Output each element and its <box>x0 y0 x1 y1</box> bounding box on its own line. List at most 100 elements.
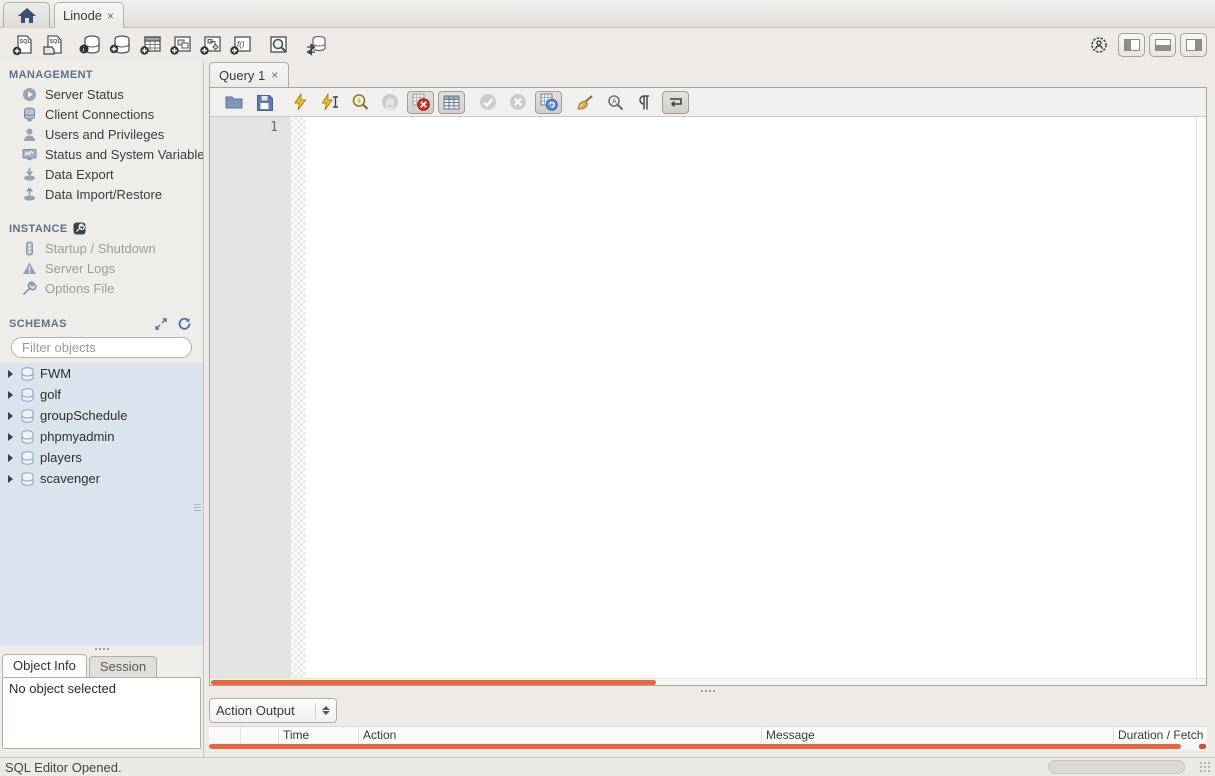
item-label: Server Logs <box>45 260 116 276</box>
close-icon[interactable]: × <box>270 69 279 81</box>
main-panel: Query 1 × A 1 Action Output Time Action … <box>204 61 1215 757</box>
sidebar-item-client-connections[interactable]: Client Connections <box>0 104 203 124</box>
create-view-button[interactable] <box>166 32 196 58</box>
sql-editor[interactable]: 1 <box>210 117 1206 678</box>
create-table-button[interactable] <box>136 32 166 58</box>
schema-row-phpmyadmin[interactable]: phpmyadmin <box>0 426 203 447</box>
schema-list[interactable]: FWM golf groupSchedule phpmyadmin player… <box>0 363 203 645</box>
resize-grip[interactable] <box>1199 761 1212 773</box>
create-procedure-button[interactable] <box>196 32 226 58</box>
connection-tab-linode[interactable]: Linode × <box>54 2 125 28</box>
schema-icon <box>21 387 34 402</box>
column-duration[interactable]: Duration / Fetch <box>1114 727 1207 743</box>
stop-query-button[interactable] <box>375 90 405 114</box>
right-panel-icon <box>1185 39 1202 51</box>
toggle-right-panel-button[interactable] <box>1180 33 1207 57</box>
create-procedure-icon <box>199 36 221 55</box>
sidebar-item-data-import[interactable]: Data Import/Restore <box>0 184 203 204</box>
sidebar-item-data-export[interactable]: Data Export <box>0 164 203 184</box>
tab-label: Session <box>99 659 147 674</box>
administration-button[interactable] <box>1084 32 1114 58</box>
schema-row-scavenger[interactable]: scavenger <box>0 468 203 489</box>
schema-row-golf[interactable]: golf <box>0 384 203 405</box>
execute-current-button[interactable] <box>315 90 345 114</box>
find-in-script-button[interactable]: A <box>600 90 630 114</box>
expander-icon[interactable] <box>5 390 15 400</box>
schema-inspector-icon: i <box>79 35 100 54</box>
info-panel-tabs: Object Info Session <box>0 653 203 677</box>
explain-plan-button[interactable] <box>345 90 375 114</box>
search-table-data-button[interactable] <box>264 32 294 58</box>
sidebar-splitter[interactable] <box>0 645 203 653</box>
column-index[interactable] <box>241 727 279 743</box>
column-status[interactable] <box>209 727 241 743</box>
tab-object-info[interactable]: Object Info <box>2 654 87 677</box>
show-invisibles-button[interactable] <box>630 90 660 114</box>
column-time[interactable]: Time <box>279 727 359 743</box>
refresh-schemas-icon[interactable] <box>178 317 191 330</box>
open-sql-script-icon: SQL <box>43 35 62 55</box>
schema-row-players[interactable]: players <box>0 447 203 468</box>
users-icon <box>23 128 36 141</box>
toggle-autocommit-button[interactable] <box>535 90 562 114</box>
schema-list-resize-handle[interactable] <box>194 504 201 513</box>
open-file-button[interactable] <box>219 90 249 114</box>
toggle-stop-on-error-button[interactable] <box>407 90 434 114</box>
home-tab[interactable] <box>3 2 50 28</box>
sidebar-item-users-privileges[interactable]: Users and Privileges <box>0 124 203 144</box>
output-type-value: Action Output <box>216 703 295 718</box>
item-label: Data Import/Restore <box>45 186 163 202</box>
sidebar-item-options-file[interactable]: Options File <box>0 278 203 298</box>
save-script-button[interactable] <box>249 90 279 114</box>
editor-vertical-scrollbar[interactable] <box>1196 117 1206 678</box>
expand-schemas-icon[interactable] <box>155 317 167 330</box>
schema-inspector-button[interactable]: i <box>76 32 106 58</box>
schema-row-fwm[interactable]: FWM <box>0 363 203 384</box>
open-sql-script-button[interactable]: SQL <box>38 32 68 58</box>
expander-icon[interactable] <box>5 411 15 421</box>
administration-icon <box>1091 37 1107 53</box>
toggle-word-wrap-button[interactable] <box>662 90 689 114</box>
expander-icon[interactable] <box>5 474 15 484</box>
output-horizontal-scrollbar[interactable] <box>209 743 1207 750</box>
schema-label: scavenger <box>40 471 100 486</box>
expander-icon[interactable] <box>5 369 15 379</box>
query-tab-1[interactable]: Query 1 × <box>209 62 290 87</box>
column-action[interactable]: Action <box>359 727 762 743</box>
execute-all-button[interactable] <box>285 90 315 114</box>
commit-button[interactable] <box>473 90 503 114</box>
beautify-sql-button[interactable] <box>570 90 600 114</box>
sidebar-item-system-variables[interactable]: Status and System Variables <box>0 144 203 164</box>
create-function-button[interactable]: f() <box>226 32 256 58</box>
line-number: 1 <box>270 120 278 135</box>
output-type-select[interactable]: Action Output <box>209 698 337 723</box>
toggle-left-panel-button[interactable] <box>1118 33 1145 57</box>
editor-horizontal-scrollbar[interactable] <box>210 678 1206 685</box>
expander-icon[interactable] <box>5 432 15 442</box>
scrollbar-thumb[interactable] <box>209 744 1181 749</box>
sql-text-area[interactable] <box>306 117 1196 678</box>
scrollbar-thumb[interactable] <box>211 680 656 685</box>
expander-icon[interactable] <box>5 453 15 463</box>
rollback-button[interactable] <box>503 90 533 114</box>
reconnect-dbms-button[interactable] <box>302 32 332 58</box>
data-import-icon <box>24 186 35 201</box>
open-file-icon <box>225 96 242 109</box>
system-variables-icon <box>22 148 37 160</box>
create-schema-button[interactable] <box>106 32 136 58</box>
schema-row-groupschedule[interactable]: groupSchedule <box>0 405 203 426</box>
new-query-tab-button[interactable]: SQL <box>8 32 38 58</box>
sidebar-item-server-logs[interactable]: Server Logs <box>0 258 203 278</box>
output-splitter[interactable] <box>209 686 1207 695</box>
item-label: Status and System Variables <box>45 146 203 162</box>
tab-session[interactable]: Session <box>88 656 158 677</box>
schema-filter-input[interactable] <box>22 340 198 355</box>
toggle-bottom-panel-button[interactable] <box>1149 33 1176 57</box>
limit-rows-button[interactable] <box>438 90 465 114</box>
item-label: Server Status <box>45 86 124 102</box>
column-message[interactable]: Message <box>762 727 1114 743</box>
mysql-workbench-window: Linode × SQL SQL i f() MANAGEMENT Server… <box>0 0 1215 776</box>
sidebar-item-server-status[interactable]: Server Status <box>0 84 203 104</box>
close-icon[interactable]: × <box>106 10 115 22</box>
sidebar-item-startup-shutdown[interactable]: Startup / Shutdown <box>0 238 203 258</box>
